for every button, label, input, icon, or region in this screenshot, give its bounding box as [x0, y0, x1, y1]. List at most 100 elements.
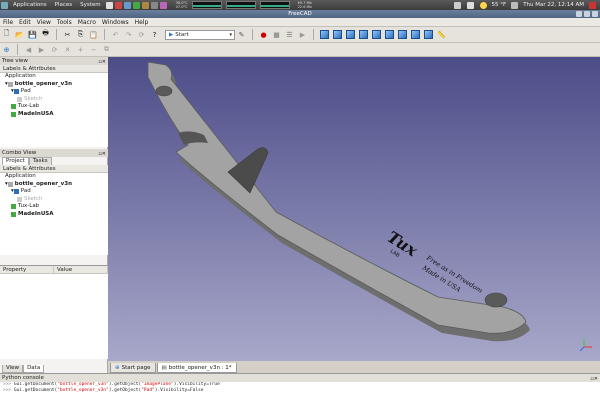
window-title: FreeCAD: [288, 11, 312, 17]
paste-icon[interactable]: 📋: [88, 29, 99, 40]
menu-windows[interactable]: Windows: [99, 19, 132, 26]
help-icon[interactable]: [105, 1, 113, 9]
menu-view[interactable]: View: [34, 19, 54, 26]
web-open-icon[interactable]: ⧉: [101, 44, 112, 55]
menu-file[interactable]: File: [0, 19, 16, 26]
weather-temp[interactable]: 55 °F: [492, 2, 507, 8]
fit-all-icon[interactable]: [319, 29, 330, 40]
tree-item-madeinusa[interactable]: MadeInUSA: [3, 211, 108, 219]
copy-icon[interactable]: ⎘: [75, 29, 86, 40]
record-macro-icon[interactable]: ●: [258, 29, 269, 40]
top-view-icon[interactable]: [371, 29, 382, 40]
menu-macro[interactable]: Macro: [75, 19, 99, 26]
power-icon[interactable]: [589, 1, 596, 9]
whats-this-icon[interactable]: ?: [149, 29, 160, 40]
save-icon[interactable]: 💾: [27, 29, 38, 40]
mail-icon[interactable]: [511, 1, 519, 9]
property-editor[interactable]: Property Value: [0, 265, 108, 359]
tab-bottle-opener[interactable]: ▤ bottle_opener_v3n : 1*: [156, 363, 237, 373]
maximize-button[interactable]: [584, 11, 590, 17]
tab-view[interactable]: View: [2, 365, 24, 373]
stop-macro-icon[interactable]: ■: [271, 29, 282, 40]
web-home-icon[interactable]: ⊕: [1, 44, 12, 55]
tree-item-tux-lab[interactable]: Tux-Lab: [3, 103, 108, 111]
refresh-icon[interactable]: ⟳: [136, 29, 147, 40]
fit-selection-icon[interactable]: [332, 29, 343, 40]
3d-viewport[interactable]: Tux LAB Free as in Freedom Made in USA: [108, 57, 600, 361]
launcher-icon[interactable]: [159, 1, 167, 9]
tree-view-title-text: Tree view: [2, 58, 28, 64]
tab-data[interactable]: Data: [23, 365, 45, 373]
tab-project[interactable]: Project: [2, 157, 29, 165]
volume-icon[interactable]: [466, 1, 474, 9]
tree-item-pad[interactable]: ▾ Pad: [3, 88, 108, 96]
new-file-icon[interactable]: 🗋: [1, 29, 12, 40]
edit-macro-icon[interactable]: ☰: [284, 29, 295, 40]
print-icon[interactable]: 🖶: [40, 29, 51, 40]
value-column-header[interactable]: Value: [54, 266, 108, 273]
left-view-icon[interactable]: [423, 29, 434, 40]
tree-item-tux-lab[interactable]: Tux-Lab: [3, 203, 108, 211]
tree-item-application[interactable]: Application: [3, 173, 108, 181]
right-view-icon[interactable]: [384, 29, 395, 40]
tree-item-label: Tux-Lab: [18, 103, 40, 109]
tree-item-document[interactable]: ▾ bottle_opener_v3n: [3, 181, 108, 189]
zoom-out-icon[interactable]: −: [88, 44, 99, 55]
undo-icon[interactable]: ↶: [110, 29, 121, 40]
tree-item-madeinusa[interactable]: MadeInUSA: [3, 111, 108, 119]
redo-icon[interactable]: ↷: [123, 29, 134, 40]
workbench-selector[interactable]: ▶ Start ▾: [165, 29, 235, 40]
network-icon[interactable]: [453, 1, 461, 9]
property-column-header[interactable]: Property: [0, 266, 54, 273]
launcher-icon[interactable]: [150, 1, 158, 9]
dock-float-close-icon[interactable]: ▫✕: [590, 375, 598, 383]
front-view-icon[interactable]: [358, 29, 369, 40]
bottom-view-icon[interactable]: [410, 29, 421, 40]
tree-item-document[interactable]: ▾ bottle_opener_v3n: [3, 81, 108, 89]
clock[interactable]: Thu Mar 22, 12:14 AM: [523, 2, 584, 8]
launcher-icon[interactable]: [132, 1, 140, 9]
console-string: "ImagePlane": [141, 382, 174, 387]
applications-menu[interactable]: Applications: [9, 2, 51, 8]
console-code: ).Visibility=True: [173, 382, 220, 387]
tree-item-application[interactable]: Application: [3, 73, 108, 81]
tab-start-page[interactable]: ⊕ Start page: [110, 363, 156, 373]
dock-float-close-icon[interactable]: ▫✕: [98, 58, 106, 66]
back-icon[interactable]: ◀: [23, 44, 34, 55]
launcher-icon[interactable]: [114, 1, 122, 9]
tab-tasks[interactable]: Tasks: [28, 157, 52, 165]
reload-icon[interactable]: ⟳: [49, 44, 60, 55]
python-console[interactable]: Python console ▫✕ >>> Gui.getDocument("b…: [0, 373, 600, 400]
tree-item-label: MadeInUSA: [18, 110, 54, 117]
stop-icon[interactable]: ✕: [62, 44, 73, 55]
bottle-opener-model[interactable]: Tux LAB Free as in Freedom Made in USA: [108, 57, 600, 361]
console-string: "bottle_opener_v3n": [57, 382, 109, 387]
close-button[interactable]: [592, 11, 598, 17]
launcher-icon[interactable]: [141, 1, 149, 9]
menu-edit[interactable]: Edit: [16, 19, 34, 26]
zoom-in-icon[interactable]: +: [75, 44, 86, 55]
cut-icon[interactable]: ✂: [62, 29, 73, 40]
open-file-icon[interactable]: 📂: [14, 29, 25, 40]
tree-item-sketch[interactable]: Sketch: [3, 96, 108, 104]
tree-item-pad[interactable]: ▾ Pad: [3, 188, 108, 196]
gnome-top-panel: Applications Places System 38.0°C 47.0°C…: [0, 0, 600, 10]
axonometric-view-icon[interactable]: [345, 29, 356, 40]
launcher-icon[interactable]: [123, 1, 131, 9]
run-macro-icon[interactable]: ▶: [297, 29, 308, 40]
dock-float-close-icon[interactable]: ▫✕: [98, 150, 106, 158]
system-menu[interactable]: System: [76, 2, 105, 8]
console-prompt: >>>: [3, 382, 12, 387]
places-menu[interactable]: Places: [51, 2, 77, 8]
combo-tree-list: Application ▾ bottle_opener_v3n ▾ Pad Sk…: [0, 173, 108, 255]
menu-help[interactable]: Help: [132, 19, 152, 26]
measure-icon[interactable]: 📏: [436, 29, 447, 40]
rear-view-icon[interactable]: [397, 29, 408, 40]
forward-icon[interactable]: ▶: [36, 44, 47, 55]
minimize-button[interactable]: [576, 11, 582, 17]
weather-icon[interactable]: [479, 1, 487, 9]
feature-icon: [11, 111, 16, 117]
menu-tools[interactable]: Tools: [54, 19, 75, 26]
tree-item-sketch[interactable]: Sketch: [3, 196, 108, 204]
macro-icon[interactable]: ✎: [236, 29, 247, 40]
